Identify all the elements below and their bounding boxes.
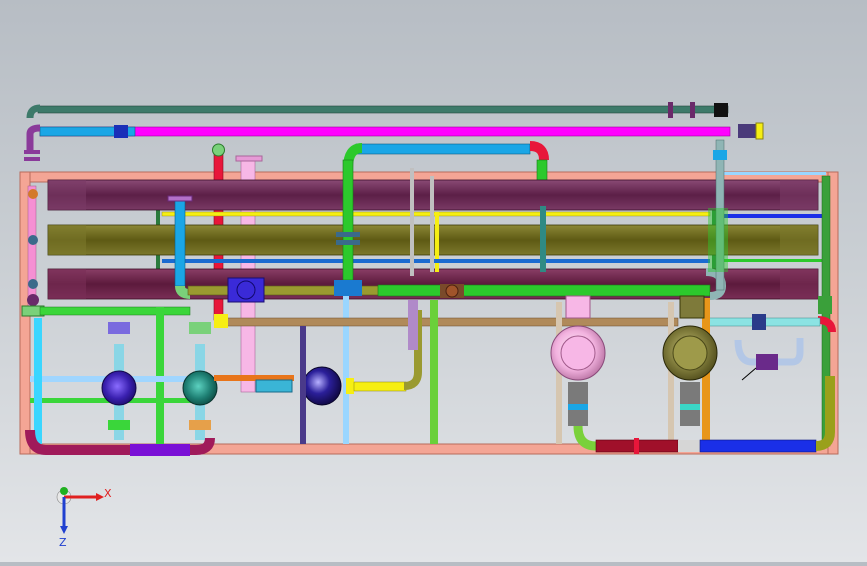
z-axis-label: Z — [59, 536, 67, 549]
pump-teal[interactable] — [182, 322, 218, 440]
right-vertical-pipe[interactable] — [708, 139, 728, 291]
brown-horizontal-pipe[interactable] — [214, 314, 679, 328]
y-axis-dot — [60, 487, 68, 495]
cad-viewport[interactable]: X Z — [0, 0, 867, 562]
spherical-vessel[interactable] — [302, 300, 422, 406]
x-axis-head — [96, 493, 104, 501]
z-axis-head — [60, 526, 68, 534]
coordinate-triad: X Z — [56, 487, 112, 549]
x-axis-label: X — [104, 487, 112, 500]
magenta-header-pipe[interactable] — [24, 122, 764, 161]
teal-right-branch[interactable] — [703, 314, 821, 381]
bottom-outlet-pipe[interactable] — [595, 376, 835, 454]
piping-model[interactable]: X Z — [0, 0, 867, 562]
pump-purple[interactable] — [101, 322, 137, 440]
top-green-gray-pipe[interactable] — [26, 102, 729, 119]
